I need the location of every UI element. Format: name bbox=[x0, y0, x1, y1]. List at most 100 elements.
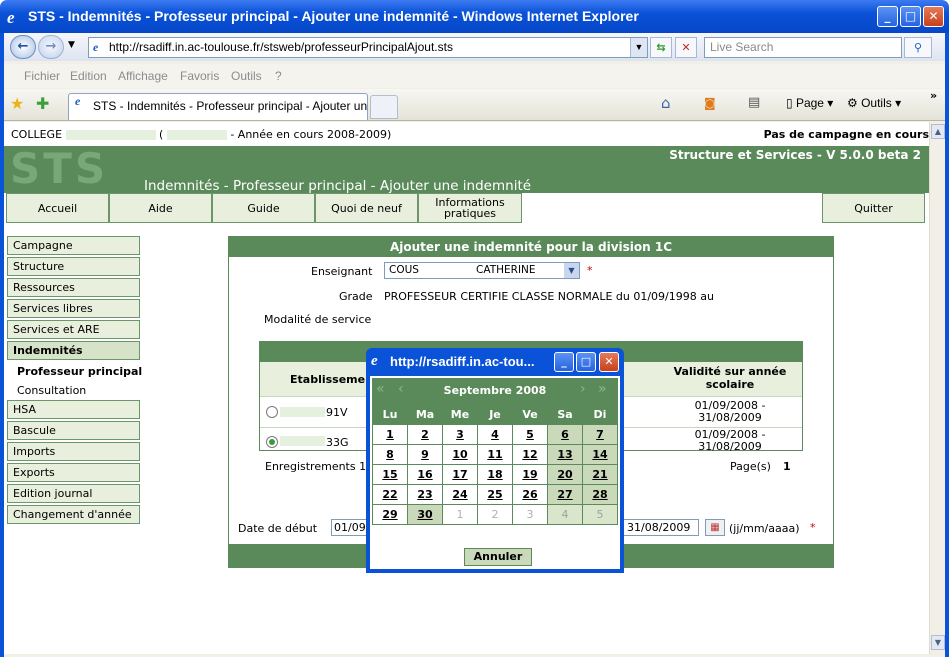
calendar-day[interactable]: 16 bbox=[407, 464, 443, 485]
calendar-day[interactable]: 10 bbox=[442, 444, 478, 465]
sidebar-item-exports[interactable]: Exports bbox=[7, 463, 140, 482]
page-menu-icon: ▯ bbox=[786, 96, 796, 110]
menu-edition[interactable]: Edition bbox=[70, 69, 107, 83]
search-input[interactable]: Live Search bbox=[704, 37, 902, 58]
chevron-down-icon[interactable]: ▼ bbox=[564, 263, 579, 278]
calendar-day[interactable]: 22 bbox=[372, 484, 408, 505]
calendar-day[interactable]: 15 bbox=[372, 464, 408, 485]
grade-value: PROFESSEUR CERTIFIE CLASSE NORMALE du 01… bbox=[384, 290, 714, 303]
add-favorite-icon[interactable]: ✚ bbox=[36, 94, 49, 113]
calendar-day[interactable]: 18 bbox=[477, 464, 513, 485]
calendar-day[interactable]: 5 bbox=[512, 424, 548, 445]
forward-button[interactable]: → bbox=[38, 35, 64, 59]
calendar-day[interactable]: 8 bbox=[372, 444, 408, 465]
calendar-day[interactable]: 20 bbox=[547, 464, 583, 485]
sidebar-item-bascule[interactable]: Bascule bbox=[7, 421, 140, 440]
popup-close-button[interactable]: ✕ bbox=[599, 352, 619, 372]
home-icon[interactable]: ⌂ bbox=[661, 94, 671, 112]
calendar-day[interactable]: 19 bbox=[512, 464, 548, 485]
sidebar-item-edition-journal[interactable]: Edition journal bbox=[7, 484, 140, 503]
calendar-header: « ‹ Septembre 2008 › » bbox=[372, 378, 618, 404]
calendar-day[interactable]: 29 bbox=[372, 504, 408, 525]
etab-radio-2[interactable] bbox=[266, 436, 278, 448]
print-icon[interactable]: ▤ bbox=[748, 95, 760, 110]
nav-informations-pratiques[interactable]: Informations pratiques bbox=[418, 193, 522, 223]
etab-code: 91V bbox=[326, 406, 348, 419]
close-button[interactable]: ✕ bbox=[923, 6, 944, 27]
page-menu[interactable]: ▯ Page ▾ bbox=[786, 96, 833, 110]
tools-menu[interactable]: ⚙ Outils ▾ bbox=[847, 96, 901, 110]
menu-affichage[interactable]: Affichage bbox=[118, 69, 168, 83]
sidebar-item-services-are[interactable]: Services et ARE bbox=[7, 320, 140, 339]
calendar-day-selected[interactable]: 30 bbox=[407, 504, 443, 525]
date-fin-input[interactable]: 31/08/2009 bbox=[623, 519, 699, 536]
scroll-up-icon[interactable]: ▲ bbox=[931, 124, 945, 139]
calendar-day[interactable]: 12 bbox=[512, 444, 548, 465]
feeds-icon[interactable]: ◙ bbox=[704, 96, 716, 110]
college-name-redacted bbox=[65, 130, 156, 140]
url-field[interactable]: e http://rsadiff.in.ac-toulouse.fr/stsweb… bbox=[88, 37, 648, 58]
weekday-label: Me bbox=[442, 404, 478, 425]
sidebar-sub-professeur-principal[interactable]: Professeur principal bbox=[17, 365, 142, 378]
calendar-day[interactable]: 3 bbox=[442, 424, 478, 445]
maximize-button[interactable]: □ bbox=[900, 6, 921, 27]
calendar-day[interactable]: 1 bbox=[372, 424, 408, 445]
menu-help[interactable]: ? bbox=[275, 69, 282, 83]
sidebar-item-hsa[interactable]: HSA bbox=[7, 400, 140, 419]
calendar-day[interactable]: 6 bbox=[547, 424, 583, 445]
sidebar-item-campagne[interactable]: Campagne bbox=[7, 236, 140, 255]
calendar-day[interactable]: 14 bbox=[582, 444, 618, 465]
nav-quitter[interactable]: Quitter bbox=[822, 193, 925, 223]
new-tab-button[interactable] bbox=[370, 95, 398, 119]
popup-maximize-button[interactable]: □ bbox=[576, 352, 596, 372]
menu-outils[interactable]: Outils bbox=[231, 69, 262, 83]
nav-quoi-de-neuf[interactable]: Quoi de neuf bbox=[315, 193, 418, 223]
refresh-icon[interactable]: ⇆ bbox=[650, 37, 672, 58]
stop-icon[interactable]: ✕ bbox=[675, 37, 697, 58]
calendar-day[interactable]: 7 bbox=[582, 424, 618, 445]
favorites-star-icon[interactable]: ★ bbox=[10, 94, 24, 113]
calendar-day[interactable]: 9 bbox=[407, 444, 443, 465]
nav-accueil[interactable]: Accueil bbox=[6, 193, 109, 223]
calendar-day[interactable]: 23 bbox=[407, 484, 443, 505]
back-button[interactable]: ← bbox=[10, 35, 36, 59]
calendar-icon[interactable]: ▦ bbox=[705, 519, 725, 536]
scroll-down-icon[interactable]: ▼ bbox=[931, 635, 945, 650]
sidebar-item-structure[interactable]: Structure bbox=[7, 257, 140, 276]
calendar-day[interactable]: 21 bbox=[582, 464, 618, 485]
calendar-day[interactable]: 13 bbox=[547, 444, 583, 465]
url-dropdown-icon[interactable]: ▼ bbox=[630, 38, 647, 57]
calendar-day[interactable]: 25 bbox=[477, 484, 513, 505]
minimize-button[interactable]: _ bbox=[877, 6, 898, 27]
next-year-icon[interactable]: » bbox=[598, 381, 607, 397]
menu-favoris[interactable]: Favoris bbox=[180, 69, 219, 83]
sidebar-item-ressources[interactable]: Ressources bbox=[7, 278, 140, 297]
calendar-day[interactable]: 17 bbox=[442, 464, 478, 485]
calendar-day[interactable]: 24 bbox=[442, 484, 478, 505]
sidebar-item-imports[interactable]: Imports bbox=[7, 442, 140, 461]
enseignant-select[interactable]: COUS CATHERINE ▼ bbox=[384, 262, 580, 279]
sidebar-item-services-libres[interactable]: Services libres bbox=[7, 299, 140, 318]
calendar-day[interactable]: 2 bbox=[407, 424, 443, 445]
calendar-day[interactable]: 28 bbox=[582, 484, 618, 505]
calendar-day[interactable]: 26 bbox=[512, 484, 548, 505]
menu-fichier[interactable]: Fichier bbox=[24, 69, 60, 83]
tab-active[interactable]: e STS - Indemnités - Professeur principal… bbox=[68, 93, 368, 120]
calendar-day[interactable]: 11 bbox=[477, 444, 513, 465]
sidebar-item-changement-annee[interactable]: Changement d'année bbox=[7, 505, 140, 524]
history-dropdown-icon[interactable]: ▼ bbox=[68, 40, 75, 50]
cancel-button[interactable]: Annuler bbox=[464, 548, 532, 566]
popup-minimize-button[interactable]: _ bbox=[554, 352, 574, 372]
calendar-day[interactable]: 4 bbox=[477, 424, 513, 445]
campaign-status: Pas de campagne en cours bbox=[763, 128, 929, 141]
sidebar-item-indemnites[interactable]: Indemnités bbox=[7, 341, 140, 360]
nav-aide[interactable]: Aide bbox=[109, 193, 212, 223]
nav-guide[interactable]: Guide bbox=[212, 193, 315, 223]
next-month-icon[interactable]: › bbox=[580, 381, 586, 397]
etab-radio-1[interactable] bbox=[266, 406, 278, 418]
vertical-scrollbar[interactable]: ▲ ▼ bbox=[929, 122, 945, 654]
search-icon[interactable]: ⚲ bbox=[904, 37, 932, 58]
calendar-day[interactable]: 27 bbox=[547, 484, 583, 505]
chevron-more-icon[interactable]: » bbox=[930, 89, 937, 102]
sidebar-sub-consultation[interactable]: Consultation bbox=[17, 384, 86, 397]
